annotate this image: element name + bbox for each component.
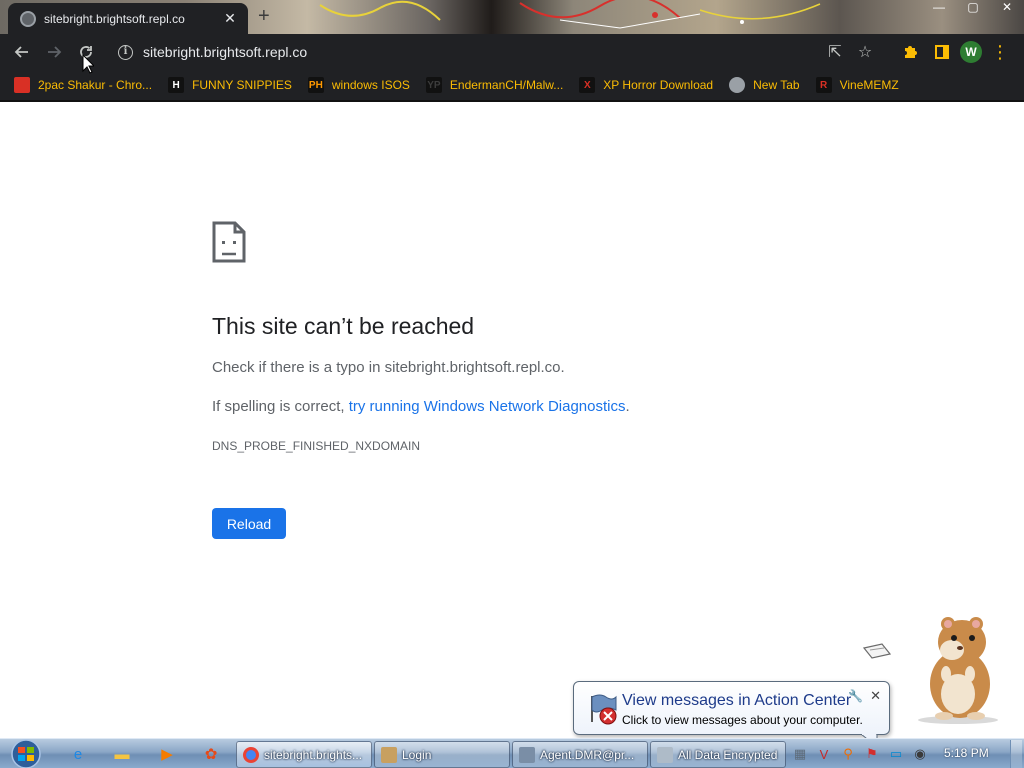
reload-button[interactable]: Reload [212,508,286,539]
paper-scrap-icon [862,643,892,659]
taskbar-button-label: Login [402,747,432,762]
bookmark-label: EndermanCH/Malw... [449,78,564,92]
address-bar-actions: ⇱ ☆ [820,38,880,66]
bookmark-label: windows ISOS [331,78,410,92]
notification-title[interactable]: View messages in Action Center [622,692,851,710]
sad-document-icon [212,221,246,263]
bookmark-star-icon[interactable]: ☆ [850,42,880,62]
bookmark-item[interactable]: R VineMEMZ [815,77,899,93]
bookmark-label: 2pac Shakur - Chro... [38,78,153,92]
encrypted-app-icon [657,746,673,763]
x-logo-icon: X [579,77,596,93]
hamster-pet-icon[interactable] [900,612,1012,724]
mouse-cursor-icon [82,54,94,74]
minimize-button[interactable]: — [922,0,956,16]
error-diagnostics-hint: If spelling is correct, try running Wind… [212,398,630,415]
bookmark-item[interactable]: 2pac Shakur - Chro... [14,77,152,93]
bookmark-item[interactable]: New Tab [729,77,800,93]
tab-title: sitebright.brightsoft.repl.co [44,11,185,26]
tray-flag-icon[interactable]: ⚑ [860,743,884,765]
error-code: DNS_PROBE_FINISHED_NXDOMAIN [212,439,421,453]
notification-close-icon[interactable]: ✕ [870,688,881,704]
taskbar-button-label: sitebright.brights... [264,747,363,762]
globe-icon [729,77,746,93]
bookmark-item[interactable]: YP EndermanCH/Malw... [425,77,564,93]
profile-avatar[interactable]: W [960,41,982,63]
clock[interactable]: 5:18 PM [944,746,989,760]
tab-close-icon[interactable]: ✕ [222,10,238,27]
site-info-icon[interactable]: i [118,44,133,60]
red-gift-icon [14,77,30,93]
wrench-icon[interactable]: 🔧 [848,689,863,703]
diagnostics-suffix: . [625,398,630,415]
new-tab-button[interactable]: + [258,6,270,26]
ie-icon[interactable]: e [66,743,90,765]
action-center-flag-icon [591,694,617,725]
browser-tab[interactable]: sitebright.brightsoft.repl.co ✕ [8,3,248,34]
toolbar-right: W ⋮ [892,38,1014,66]
maximize-button[interactable]: ▢ [956,0,990,16]
tray-volume-icon[interactable]: ◉ [908,743,932,765]
action-center-notification[interactable]: View messages in Action Center Click to … [573,681,890,735]
system-tray: ▦ V ⚲ ⚑ ▭ ◉ [788,739,932,768]
browser-toolbar: i sitebright.brightsoft.repl.co ⇱ ☆ W ⋮ [0,34,1024,70]
bookmark-item[interactable]: H FUNNY SNIPPIES [168,77,292,93]
bookmark-label: VineMEMZ [839,78,899,92]
window-close-button[interactable]: ✕ [990,0,1024,16]
show-desktop-button[interactable] [1010,740,1022,768]
taskbar-button[interactable]: All Data Encrypted [650,741,786,768]
tray-search-icon[interactable]: ⚲ [836,743,860,765]
address-bar[interactable]: i sitebright.brightsoft.repl.co [108,38,888,66]
media-player-icon[interactable]: ▶ [155,743,179,765]
taskbar-button-label: All Data Encrypted [678,747,778,762]
error-typo-hint: Check if there is a typo in sitebright.b… [212,359,565,376]
diagnostics-prefix: If spelling is correct, [212,398,349,415]
start-orb-icon[interactable] [8,739,44,768]
back-button[interactable] [8,38,36,66]
taskbar-button[interactable]: sitebright.brights... [236,741,372,768]
arrow-right-icon [48,46,62,58]
share-icon[interactable]: ⇱ [820,42,850,62]
forward-button[interactable] [40,38,68,66]
bookmark-label: FUNNY SNIPPIES [192,78,292,92]
bookmarks-bar: 2pac Shakur - Chro... H FUNNY SNIPPIES PH wi… [0,70,1024,100]
tray-v-icon[interactable]: V [812,743,836,765]
notification-subtitle[interactable]: Click to view messages about your comput… [622,713,863,727]
login-app-icon [381,746,397,763]
agent-app-icon [519,746,535,763]
r-logo-icon: R [815,77,832,93]
extensions-puzzle-icon[interactable] [896,38,924,66]
bookmark-label: New Tab [753,78,800,92]
error-title: This site can’t be reached [212,313,475,339]
bookmark-label: XP Horror Download [603,78,714,92]
taskbar-button-label: Agent.DMR@pr... [540,747,635,762]
kebab-menu-icon[interactable]: ⋮ [986,38,1014,66]
yp-logo-icon: YP [425,77,442,93]
bookmark-item[interactable]: X XP Horror Download [579,77,713,93]
taskbar: e ▬ ▶ ✿ sitebright.brights... Login Agent.DMR… [0,738,1024,768]
tab-strip: sitebright.brightsoft.repl.co ✕ + — ▢ ✕ [0,0,1024,34]
chrome-icon [243,746,259,763]
side-panel-icon[interactable] [928,38,956,66]
tab-favicon-icon [20,10,36,27]
taskbar-button[interactable]: Agent.DMR@pr... [512,741,648,768]
app-icon[interactable]: ✿ [199,743,223,765]
bookmark-item[interactable]: PH windows ISOS [307,77,410,93]
address-url[interactable]: sitebright.brightsoft.repl.co [143,44,307,60]
explorer-icon[interactable]: ▬ [110,743,134,765]
network-diagnostics-link[interactable]: try running Windows Network Diagnostics [349,398,626,415]
window-controls: — ▢ ✕ [922,0,1024,16]
taskbar-button[interactable]: Login [374,741,510,768]
tray-app-icon[interactable]: ▦ [788,743,812,765]
h-logo-icon: H [168,77,185,93]
arrow-left-icon [14,46,28,58]
ph-logo-icon: PH [307,77,324,93]
tray-monitor-icon[interactable]: ▭ [884,743,908,765]
